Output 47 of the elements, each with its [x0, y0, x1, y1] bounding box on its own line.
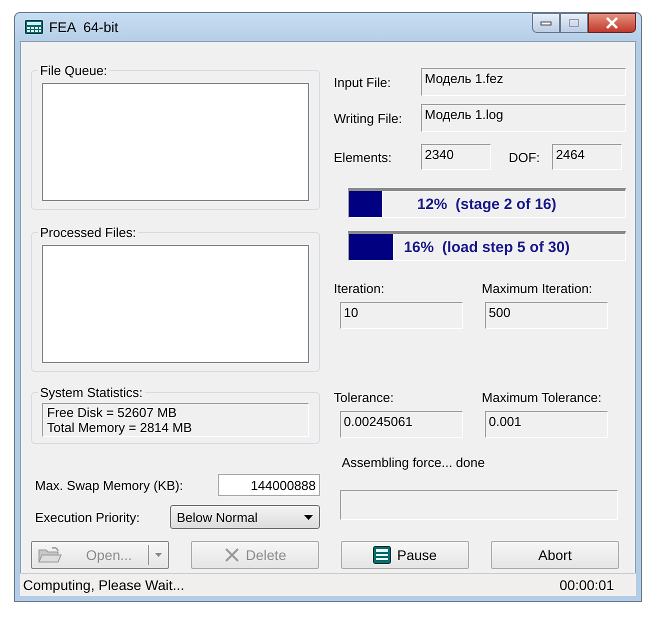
dropdown-arrow-icon	[155, 553, 162, 557]
writing-file-field: Модель 1.log	[420, 104, 626, 132]
maximize-button[interactable]	[560, 13, 588, 33]
maximum-tolerance-field: 0.001	[484, 411, 608, 438]
status-message: Assembling force... done	[342, 455, 486, 470]
field-label: Iteration:	[334, 281, 386, 296]
field-label: Maximum Iteration:	[482, 281, 594, 296]
field-label: Writing File:	[334, 110, 404, 126]
field-label: DOF:	[508, 150, 540, 164]
dof-field: 2464	[552, 144, 622, 170]
processed-files-list[interactable]	[42, 245, 309, 363]
swap-memory-field[interactable]: 144000888	[218, 474, 320, 496]
folder-icon	[38, 546, 62, 564]
field-label: Maximum Tolerance:	[482, 390, 602, 405]
field-label: Elements:	[334, 150, 393, 164]
status-text: Computing, Please Wait...	[23, 577, 184, 593]
group-label: File Queue:	[38, 63, 110, 78]
field-label: Max. Swap Memory (KB):	[35, 478, 184, 492]
maximum-iteration-field: 500	[484, 302, 608, 329]
close-icon	[605, 17, 619, 29]
minimize-icon	[540, 20, 552, 26]
pause-button[interactable]: Pause	[341, 541, 469, 569]
maximize-icon	[568, 18, 580, 28]
file-queue-list[interactable]	[42, 83, 309, 201]
cross-icon	[224, 547, 240, 563]
progress-text: 12% (stage 2 of 16)	[416, 196, 558, 212]
elapsed-time: 00:00:01	[560, 577, 614, 593]
group-label: Processed Files:	[38, 225, 138, 240]
calculator-icon	[373, 546, 392, 564]
input-file-field: Модель 1.fez	[420, 68, 626, 96]
iteration-field: 10	[340, 302, 463, 329]
statistics-line: Total Memory = 2814 MB	[47, 420, 193, 435]
close-button[interactable]	[588, 13, 636, 33]
group-label: System Statistics:	[38, 385, 145, 400]
calculator-icon	[25, 20, 43, 34]
progress-text: 16% (load step 5 of 30)	[402, 238, 571, 256]
statistics-line: Free Disk = 52607 MB	[47, 405, 178, 420]
field-label: Execution Priority:	[35, 510, 140, 524]
minimize-button[interactable]	[532, 13, 560, 33]
window-title: FEA 64-bit	[49, 19, 118, 35]
field-label: Tolerance:	[334, 390, 395, 405]
abort-button[interactable]: Abort	[491, 541, 619, 569]
dropdown-arrow-icon	[304, 514, 313, 520]
tolerance-field: 0.00245061	[340, 411, 463, 438]
priority-dropdown[interactable]: Below Normal	[170, 505, 320, 529]
field-label: Input File:	[334, 74, 392, 90]
elements-field: 2340	[420, 144, 491, 170]
